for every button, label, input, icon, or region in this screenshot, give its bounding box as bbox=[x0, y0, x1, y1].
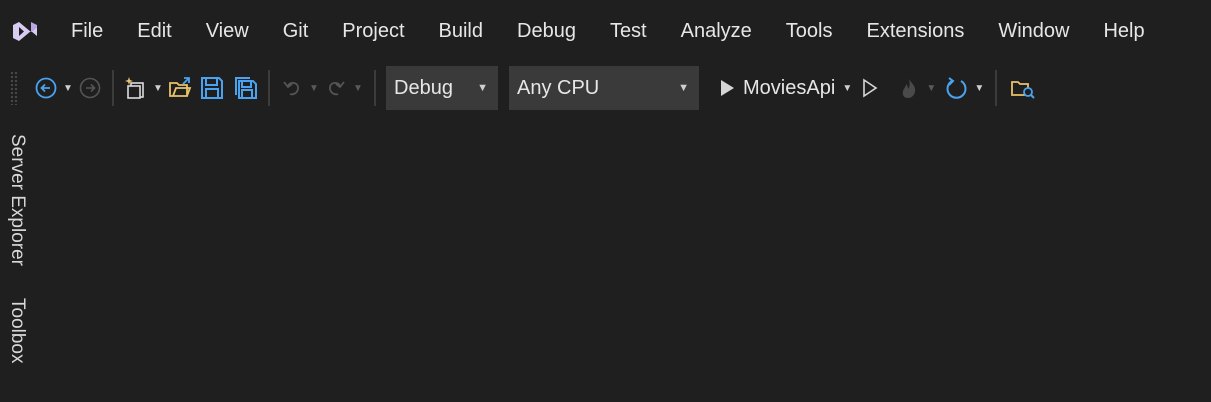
hot-reload-dropdown-icon: ▼ bbox=[926, 82, 937, 94]
toolbox-tab[interactable]: Toolbox bbox=[6, 298, 28, 364]
chevron-down-icon: ▼ bbox=[678, 82, 689, 94]
redo-icon bbox=[322, 74, 350, 102]
toolbar-separator bbox=[112, 70, 114, 106]
navigate-forward-icon bbox=[76, 74, 104, 102]
menu-debug[interactable]: Debug bbox=[500, 11, 593, 51]
menu-project[interactable]: Project bbox=[325, 11, 421, 51]
solution-platform-select[interactable]: Any CPU ▼ bbox=[509, 66, 699, 110]
save-all-icon[interactable] bbox=[232, 74, 260, 102]
toolbar-grip-handle[interactable] bbox=[10, 71, 18, 105]
find-in-files-icon[interactable] bbox=[1009, 74, 1037, 102]
new-project-icon[interactable] bbox=[122, 74, 150, 102]
toolbar-separator bbox=[268, 70, 270, 106]
menu-bar: File Edit View Git Project Build Debug T… bbox=[0, 0, 1211, 62]
restart-icon[interactable] bbox=[943, 74, 971, 102]
save-icon[interactable] bbox=[198, 74, 226, 102]
undo-icon bbox=[278, 74, 306, 102]
toolbar-separator bbox=[374, 70, 376, 106]
start-debugging-icon[interactable] bbox=[713, 74, 741, 102]
solution-configuration-value: Debug bbox=[394, 76, 453, 99]
open-file-icon[interactable] bbox=[166, 74, 194, 102]
menu-analyze[interactable]: Analyze bbox=[664, 11, 769, 51]
navigate-backward-dropdown-icon[interactable]: ▼ bbox=[60, 74, 76, 102]
server-explorer-tab[interactable]: Server Explorer bbox=[6, 134, 28, 266]
hot-reload-icon bbox=[895, 74, 923, 102]
menu-tools[interactable]: Tools bbox=[769, 11, 850, 51]
standard-toolbar: ▼ ▼ ▼ ▼ Debug ▼ Any CPU ▼ MoviesApi ▼ ▼ … bbox=[0, 62, 1211, 114]
start-without-debugging-icon[interactable] bbox=[855, 74, 883, 102]
menu-window[interactable]: Window bbox=[981, 11, 1086, 51]
menu-build[interactable]: Build bbox=[422, 11, 500, 51]
restart-dropdown-icon[interactable]: ▼ bbox=[971, 74, 987, 102]
navigate-backward-icon[interactable] bbox=[32, 74, 60, 102]
toolbar-separator bbox=[995, 70, 998, 106]
solution-platform-value: Any CPU bbox=[517, 76, 600, 99]
menu-view[interactable]: View bbox=[189, 11, 266, 51]
menu-git[interactable]: Git bbox=[266, 11, 326, 51]
menu-test[interactable]: Test bbox=[593, 11, 664, 51]
undo-dropdown-icon: ▼ bbox=[309, 82, 319, 94]
startup-project-button[interactable]: MoviesApi bbox=[743, 77, 835, 100]
solution-configuration-select[interactable]: Debug ▼ bbox=[386, 66, 498, 110]
visual-studio-logo-icon[interactable] bbox=[8, 14, 42, 48]
redo-dropdown-icon: ▼ bbox=[353, 82, 363, 94]
menu-extensions[interactable]: Extensions bbox=[849, 11, 981, 51]
menu-edit[interactable]: Edit bbox=[120, 11, 188, 51]
new-item-dropdown-icon[interactable]: ▼ bbox=[150, 74, 166, 102]
startup-project-dropdown-icon[interactable]: ▼ bbox=[839, 74, 855, 102]
menu-help[interactable]: Help bbox=[1086, 11, 1161, 51]
menu-file[interactable]: File bbox=[54, 11, 120, 51]
chevron-down-icon: ▼ bbox=[477, 82, 488, 94]
